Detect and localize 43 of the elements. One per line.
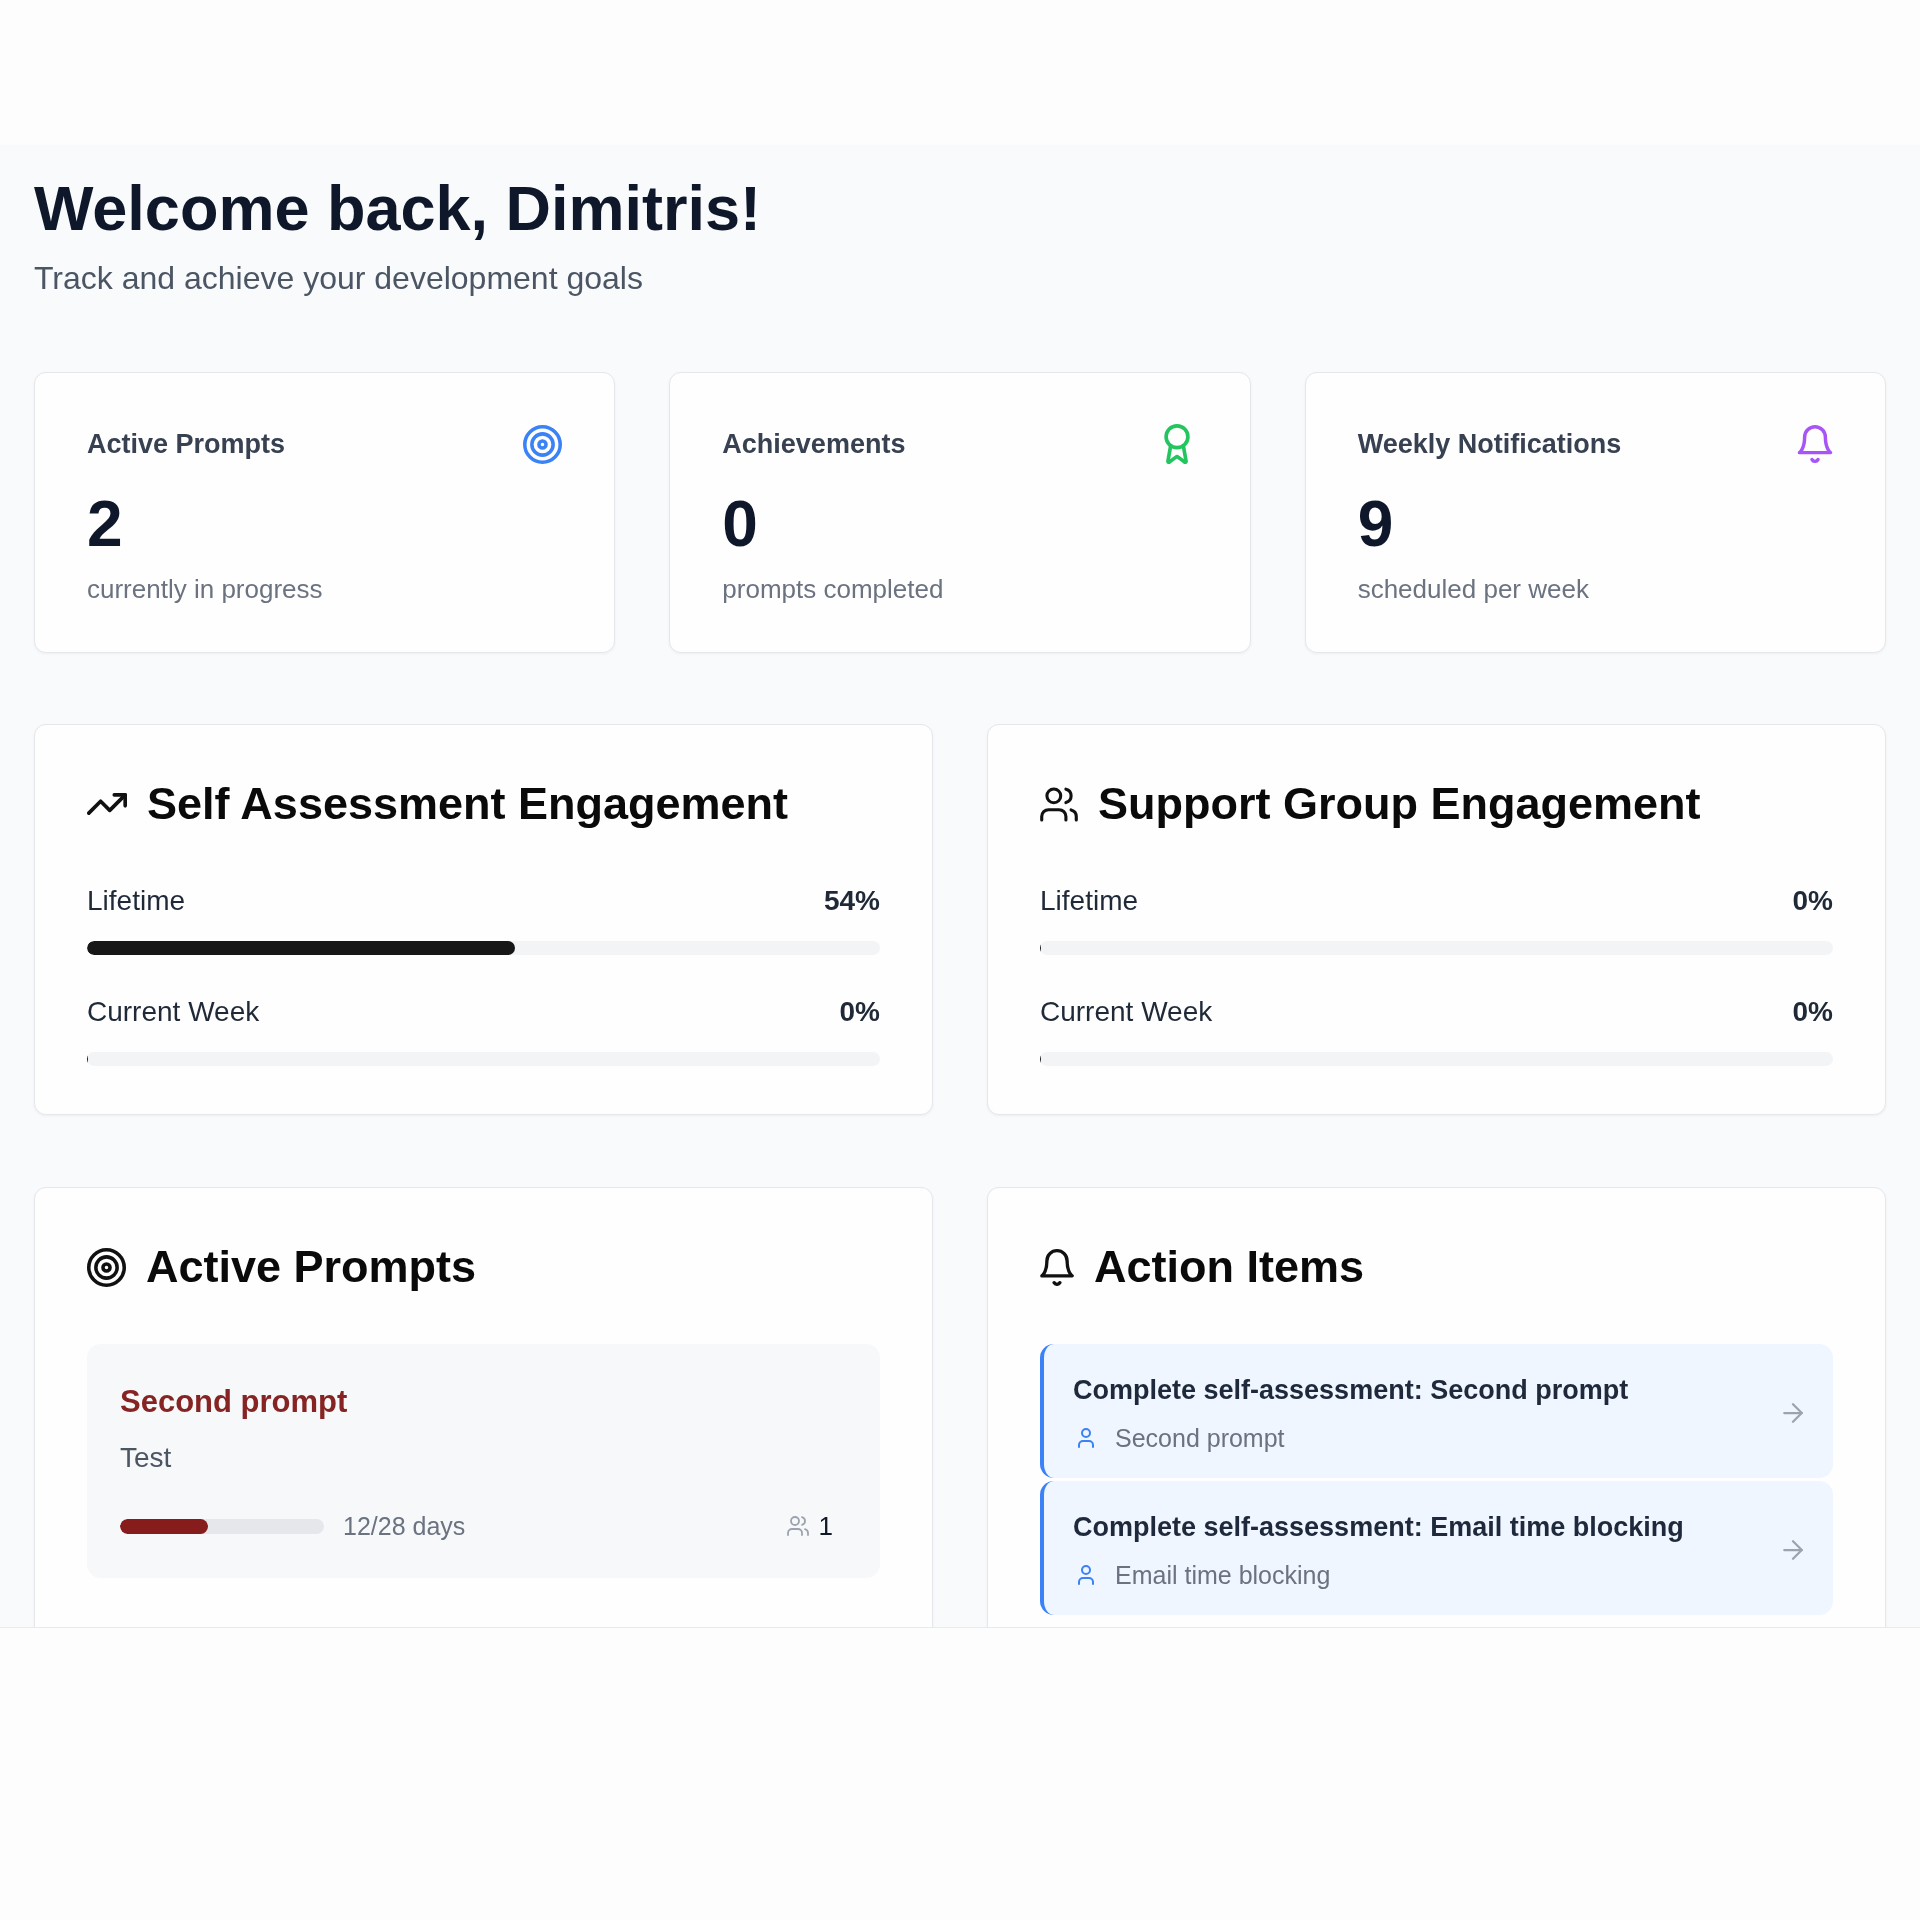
metric-reading: 54% <box>823 884 880 918</box>
card-title: Support Group Engagement <box>1098 777 1701 831</box>
metric-label: Lifetime <box>1040 884 1139 918</box>
stat-value: 0 <box>722 488 758 560</box>
card-title: Active Prompts <box>146 1240 477 1294</box>
action-prompt-name: Email time blocking <box>1115 1560 1331 1591</box>
stat-value: 9 <box>1357 488 1394 560</box>
arrow-right-icon <box>1783 1540 1803 1560</box>
metric-label: Current Week <box>87 995 260 1029</box>
stat-caption: currently in progress <box>87 573 323 605</box>
users-icon <box>1040 786 1078 822</box>
prompt-card[interactable]: Second prompt Test 12/28 days 1 <box>87 1344 880 1578</box>
user-icon <box>1078 1565 1094 1585</box>
metric-label: Current Week <box>1040 995 1213 1029</box>
prompt-description: Test <box>120 1441 172 1475</box>
user-icon <box>1078 1428 1094 1448</box>
trending-up-icon <box>87 793 127 815</box>
metric-reading: 0% <box>1792 995 1833 1029</box>
stat-label: Achievements <box>722 428 906 461</box>
users-icon <box>786 1516 809 1536</box>
member-count: 1 <box>818 1510 833 1542</box>
action-prompt-name: Second prompt <box>1115 1423 1285 1454</box>
action-title: Complete self-assessment: Second prompt <box>1073 1374 1629 1407</box>
card-title: Self Assessment Engagement <box>147 777 789 831</box>
target-icon <box>87 1247 126 1287</box>
arrow-right-icon <box>1783 1403 1803 1423</box>
page-subtitle: Track and achieve your development goals <box>34 259 643 298</box>
action-item[interactable]: Complete self-assessment: Second prompt Second prompt <box>1040 1344 1833 1478</box>
metric-reading: 0% <box>1792 884 1833 918</box>
stat-label: Weekly Notifications <box>1357 428 1622 461</box>
stat-value: 2 <box>87 488 123 560</box>
action-item[interactable]: Complete self-assessment: Email time blocking Email time blocking <box>1040 1481 1833 1615</box>
stat-caption: prompts completed <box>722 573 944 605</box>
metric-reading: 0% <box>839 995 880 1029</box>
stat-label: Active Prompts <box>87 428 286 461</box>
action-title: Complete self-assessment: Email time blocking <box>1073 1511 1684 1544</box>
page-title: Welcome back, Dimitris! <box>34 172 762 245</box>
metric-label: Lifetime <box>87 884 186 918</box>
prompt-title: Second prompt <box>120 1383 348 1421</box>
stat-caption: scheduled per week <box>1357 573 1589 605</box>
card-title: Action Items <box>1094 1240 1365 1294</box>
bell-icon <box>1040 1248 1074 1286</box>
day-count: 12/28 days <box>343 1511 466 1542</box>
